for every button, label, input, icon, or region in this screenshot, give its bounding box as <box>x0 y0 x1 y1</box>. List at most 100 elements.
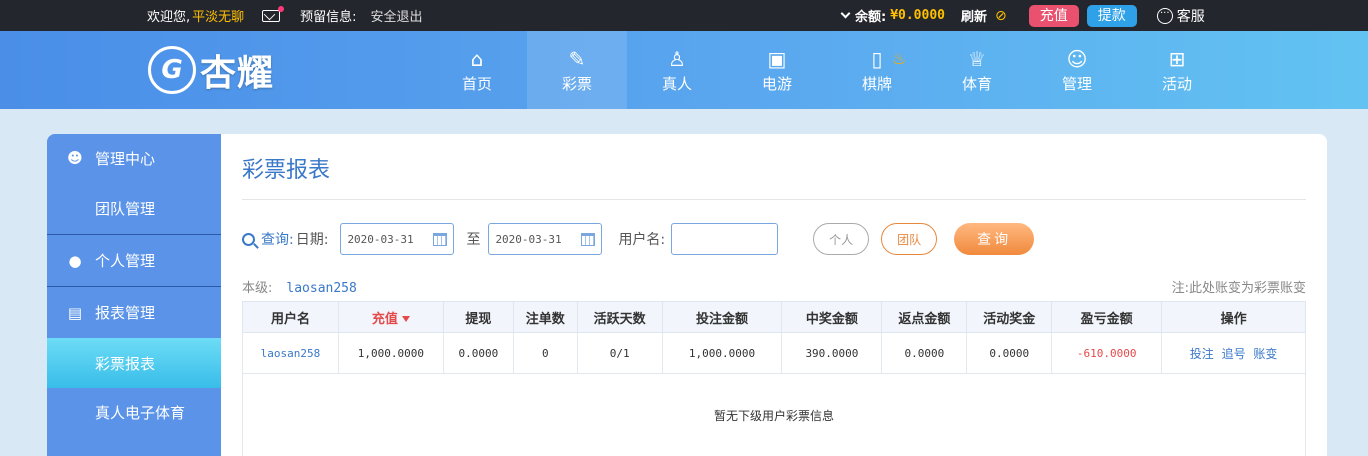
nav-label: 活动 <box>1161 74 1192 93</box>
username-input[interactable] <box>671 223 779 255</box>
nav-label: 真人 <box>661 74 692 93</box>
nav-item-lottery[interactable]: ✎ 彩票 <box>527 31 627 109</box>
main-nav: ⌂ 首页 ✎ 彩票 ♙ 真人 ▣ 电游 ▯ ♨ 棋牌 ♕ 体育 ☺ 管理 ⊞ 活… <box>427 31 1227 109</box>
logout-link[interactable]: 安全退出 <box>371 6 423 25</box>
recharge-button[interactable]: 充值 <box>1028 4 1079 27</box>
main-header: G 杏耀 ⌂ 首页 ✎ 彩票 ♙ 真人 ▣ 电游 ▯ ♨ 棋牌 ♕ 体育 ☺ 管… <box>0 31 1368 109</box>
start-date-input[interactable]: 2020-03-31 <box>340 223 455 255</box>
nav-item-events[interactable]: ⊞ 活动 <box>1127 31 1227 109</box>
cell-rebate: 0.0000 <box>881 332 968 374</box>
note-text: 注:此处账变为彩票账变 <box>1171 281 1306 296</box>
logo-emblem-icon: G <box>148 46 196 94</box>
nav-item-slots[interactable]: ▣ 电游 <box>727 31 827 109</box>
team-button[interactable]: 团队 <box>881 223 938 255</box>
col-bets: 注单数 <box>512 301 578 333</box>
personal-button[interactable]: 个人 <box>813 223 870 255</box>
col-bet-amount: 投注金额 <box>661 301 783 333</box>
sidebar-label: 个人管理 <box>95 252 156 270</box>
home-icon: ⌂ <box>470 46 484 71</box>
reserved-info-link[interactable]: 预留信息: <box>300 6 356 25</box>
dealer-icon: ♙ <box>668 46 686 71</box>
chevron-down-icon[interactable] <box>840 8 851 19</box>
sidebar-label: 团队管理 <box>95 199 156 218</box>
sidebar-item-live-slot-sports[interactable]: 真人电子体育 <box>47 388 221 436</box>
cell-username[interactable]: laosan258 <box>242 332 339 374</box>
cell-operations: 投注 追号 账变 <box>1161 332 1306 374</box>
col-operations: 操作 <box>1161 301 1306 333</box>
end-date-input[interactable]: 2020-03-31 <box>488 223 603 255</box>
top-bar: 欢迎您, 平淡无聊 预留信息: 安全退出 余额: ¥0.0000 刷新 ⊘ 充值… <box>0 0 1368 31</box>
calendar-icon[interactable] <box>433 232 448 246</box>
calendar-icon[interactable] <box>581 232 596 246</box>
nav-item-sports[interactable]: ♕ 体育 <box>927 31 1027 109</box>
unread-dot-icon <box>278 5 285 12</box>
empty-row: 暂无下级用户彩票信息 <box>242 373 1306 456</box>
start-date-value: 2020-03-31 <box>347 232 414 246</box>
cell-bets: 0 <box>512 332 578 374</box>
sidebar-label: 彩票报表 <box>95 354 156 373</box>
date-label: 日期: <box>295 232 329 248</box>
nav-label: 电游 <box>761 74 792 93</box>
bet-record-link[interactable]: 投注 <box>1190 347 1214 361</box>
search-button[interactable]: 查询 <box>954 223 1035 255</box>
sidebar-item-management-center[interactable]: ☻ 管理中心 <box>47 134 221 182</box>
users-icon: ☺ <box>1066 46 1088 71</box>
top-bar-right: 余额: ¥0.0000 刷新 ⊘ 充值 提款 ··· 客服 <box>840 0 1205 31</box>
nav-item-chess[interactable]: ▯ ♨ 棋牌 <box>827 31 927 109</box>
sidebar-item-lottery-report[interactable]: 彩票报表 <box>47 338 221 388</box>
welcome-text: 欢迎您, <box>147 10 191 25</box>
brand-logo[interactable]: G 杏耀 <box>148 37 274 103</box>
col-active-days: 活跃天数 <box>576 301 663 333</box>
level-user[interactable]: laosan258 <box>286 281 356 296</box>
nav-label: 体育 <box>961 74 992 93</box>
to-label: 至 <box>466 232 481 248</box>
sidebar-item-report-management[interactable]: ▤ 报表管理 <box>47 287 221 338</box>
col-recharge-sort[interactable]: 充值 <box>337 301 444 333</box>
nav-item-home[interactable]: ⌂ 首页 <box>427 31 527 109</box>
col-username: 用户名 <box>242 301 339 333</box>
level-label: 本级: <box>242 281 273 296</box>
sidebar-label: 真人电子体育 <box>95 403 186 422</box>
chat-bubble-icon: ··· <box>1156 7 1173 24</box>
chase-record-link[interactable]: 追号 <box>1222 347 1246 361</box>
nav-item-management[interactable]: ☺ 管理 <box>1027 31 1127 109</box>
sidebar-item-personal-management[interactable]: ● 个人管理 <box>47 235 221 286</box>
user-icon: ● <box>68 251 82 270</box>
col-win-amount: 中奖金额 <box>781 301 883 333</box>
document-icon: ▤ <box>67 303 83 322</box>
fire-icon: ♨ <box>892 49 907 68</box>
mail-icon[interactable] <box>262 5 285 22</box>
ticket-icon: ✎ <box>568 46 586 71</box>
eye-hidden-icon[interactable]: ⊘ <box>995 8 1007 24</box>
col-recharge-label: 充值 <box>371 311 398 327</box>
sidebar-item-team-management[interactable]: 团队管理 <box>47 182 221 234</box>
title-divider <box>242 199 1306 200</box>
cell-profit: -610.0000 <box>1051 332 1163 374</box>
page-title: 彩票报表 <box>242 158 331 183</box>
username-link[interactable]: 平淡无聊 <box>192 6 244 25</box>
col-profit: 盈亏金额 <box>1051 301 1163 333</box>
gift-icon: ⊞ <box>1168 46 1186 71</box>
col-withdraw: 提现 <box>442 301 514 333</box>
trophy-icon: ♕ <box>968 46 986 71</box>
account-change-link[interactable]: 账变 <box>1253 347 1277 361</box>
col-rebate: 返点金额 <box>881 301 968 333</box>
report-table: 用户名 充值 提现 注单数 活跃天数 投注金额 中奖金额 返点金额 活动奖金 盈… <box>242 301 1306 456</box>
end-date-value: 2020-03-31 <box>495 232 562 246</box>
top-bar-left: 欢迎您, 平淡无聊 预留信息: 安全退出 <box>147 0 423 31</box>
balance-value: ¥0.0000 <box>890 8 945 23</box>
nav-label: 管理 <box>1061 74 1092 93</box>
nav-item-live[interactable]: ♙ 真人 <box>627 31 727 109</box>
balance-label: 余额: <box>855 10 887 25</box>
mahjong-icon: ▯ <box>871 46 883 71</box>
search-icon <box>242 232 255 246</box>
withdraw-button[interactable]: 提款 <box>1086 4 1137 27</box>
table-row: laosan258 1,000.0000 0.0000 0 0/1 1,000.… <box>242 332 1306 374</box>
nav-label: 首页 <box>461 74 492 93</box>
cell-win-amount: 390.0000 <box>781 332 883 374</box>
customer-service-link[interactable]: ··· 客服 <box>1156 6 1205 26</box>
query-label: 查询: <box>261 232 294 248</box>
nav-label: 棋牌 <box>861 74 892 93</box>
refresh-link[interactable]: 刷新 <box>961 6 987 25</box>
sidebar-label: 管理中心 <box>95 149 156 168</box>
